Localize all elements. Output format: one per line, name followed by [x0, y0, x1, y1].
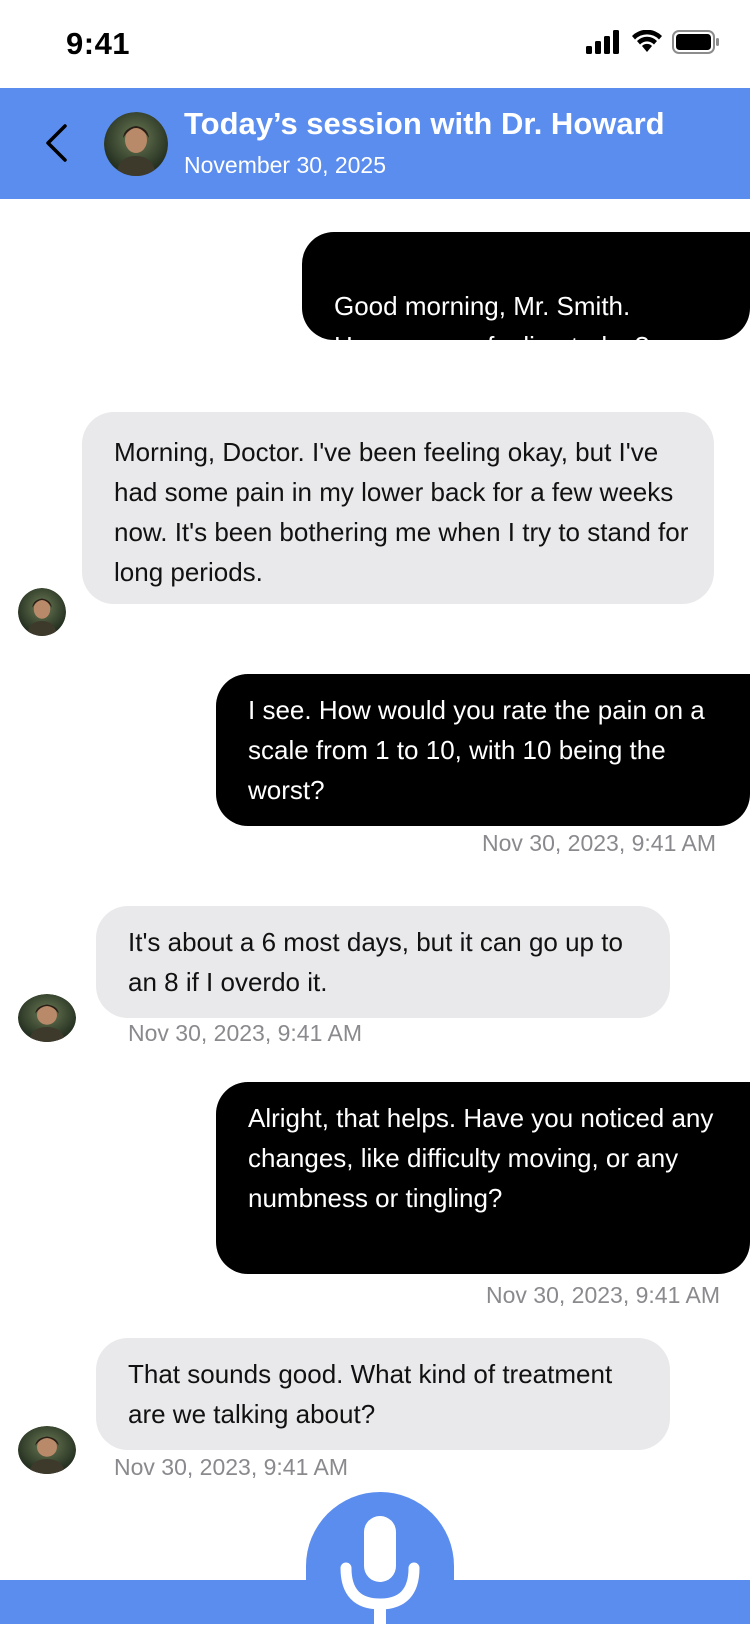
message-timestamp: Nov 30, 2023, 9:41 AM [128, 1020, 362, 1046]
message-outgoing: I see. How would you rate the pain on a … [216, 674, 750, 826]
status-time: 9:41 [66, 26, 131, 61]
message-timestamp: Nov 30, 2023, 9:41 AM [114, 1454, 348, 1480]
message-outgoing: Good morning, Mr. Smith. How are you fee… [302, 232, 750, 361]
wifi-icon [632, 30, 662, 52]
battery-icon [672, 30, 719, 54]
patient-avatar [18, 1426, 76, 1474]
chat-title: Today’s session with Dr. Howard [184, 106, 665, 141]
message-text: I see. How would you rate the pain on a … [248, 695, 705, 805]
cellular-signal-icon [586, 30, 619, 54]
doctor-avatar[interactable] [104, 112, 168, 176]
chevron-left-icon [46, 124, 67, 162]
chat-header: Today’s session with Dr. Howard November… [0, 88, 750, 199]
message-timestamp: Nov 30, 2023, 9:41 AM [486, 1282, 720, 1308]
chat-date: November 30, 2025 [184, 152, 387, 178]
back-button[interactable] [36, 118, 76, 168]
message-text: Good morning, Mr. Smith. How are you fee… [334, 291, 650, 361]
patient-avatar [18, 588, 66, 636]
microphone-button[interactable] [306, 1492, 454, 1624]
message-timestamp: Nov 30, 2023, 9:41 AM [482, 830, 716, 856]
message-text: Alright, that helps. Have you noticed an… [248, 1103, 714, 1213]
microphone-icon [340, 1516, 420, 1624]
message-outgoing: Alright, that helps. Have you noticed an… [216, 1082, 750, 1274]
message-incoming: That sounds good. What kind of treatment… [96, 1338, 670, 1450]
patient-avatar [18, 994, 76, 1042]
status-icons [586, 30, 720, 54]
status-bar: 9:41 [0, 0, 750, 88]
message-incoming: It's about a 6 most days, but it can go … [96, 906, 670, 1018]
message-text: That sounds good. What kind of treatment… [128, 1359, 613, 1429]
message-text: It's about a 6 most days, but it can go … [128, 927, 623, 997]
message-incoming: Morning, Doctor. I've been feeling okay,… [82, 412, 714, 604]
message-text: Morning, Doctor. I've been feeling okay,… [114, 437, 689, 587]
